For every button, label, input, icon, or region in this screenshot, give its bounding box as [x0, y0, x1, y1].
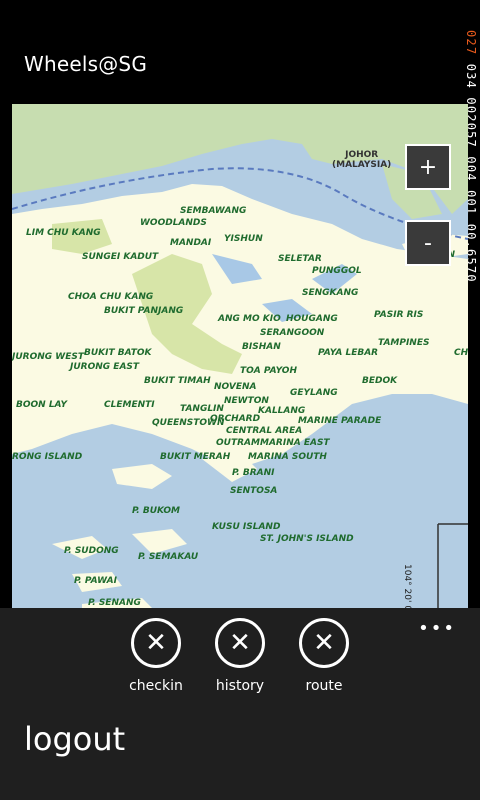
- zoom-out-button[interactable]: -: [405, 220, 451, 266]
- map-label: NOVENA: [214, 382, 257, 392]
- history-label: history: [215, 678, 265, 694]
- route-label: route: [305, 678, 343, 694]
- map-label: JURONG EAST: [70, 362, 140, 372]
- close-icon: ✕: [131, 618, 181, 668]
- map-label: SENGKANG: [302, 288, 359, 298]
- map-label: KUSU ISLAND: [212, 522, 281, 532]
- map-view[interactable]: JOHOR (MALAYSIA) SEMBAWANG WOODLANDS LIM…: [12, 104, 468, 608]
- map-label: QUEENSTOWN: [152, 418, 225, 428]
- map-label: TANGLIN: [180, 404, 224, 414]
- checkin-button[interactable]: ✕ checkin: [116, 618, 196, 694]
- map-label: KALLANG: [258, 406, 306, 416]
- map-label: MARINA SOUTH: [248, 452, 327, 462]
- close-icon: ✕: [215, 618, 265, 668]
- map-label: ST. JOHN'S ISLAND: [260, 534, 354, 544]
- more-options-ellipsis[interactable]: •••: [418, 618, 456, 639]
- map-label: P. SUDONG: [64, 546, 119, 556]
- map-label: CLEMENTI: [104, 400, 155, 410]
- map-label: P. BRANI: [232, 468, 275, 478]
- close-icon: ✕: [299, 618, 349, 668]
- app-title: Wheels@SG: [24, 52, 148, 76]
- logout-menu-item[interactable]: logout: [24, 720, 125, 758]
- map-label: CHOA CHU KANG: [68, 292, 154, 302]
- map-label: MARINA EAST: [260, 438, 330, 448]
- map-label: SELETAR: [278, 254, 322, 264]
- map-label: CENTRAL AREA: [226, 426, 303, 436]
- map-label: JURONG WEST: [12, 352, 84, 362]
- map-label: BOON LAY: [16, 400, 68, 410]
- map-label: BUKIT BATOK: [84, 348, 152, 358]
- map-label: RONG ISLAND: [12, 452, 83, 462]
- map-label: TAMPINES: [378, 338, 430, 348]
- map-label: WOODLANDS: [140, 218, 207, 228]
- map-label: BUKIT MERAH: [160, 452, 231, 462]
- map-label: SUNGEI KADUT: [82, 252, 159, 262]
- map-label: OUTRAM: [216, 438, 260, 448]
- map-label: BUKIT PANJANG: [104, 306, 184, 316]
- map-label: HOUGANG: [286, 314, 338, 324]
- map-label: YISHUN: [224, 234, 263, 244]
- map-label: TOA PAYOH: [240, 366, 297, 376]
- map-label: BEDOK: [362, 376, 398, 386]
- map-label: BISHAN: [242, 342, 281, 352]
- map-label: P. BUKOM: [132, 506, 181, 516]
- map-label: P. PAWAI: [74, 576, 117, 586]
- map-label: GEYLANG: [290, 388, 338, 398]
- map-label: SERANGOON: [260, 328, 325, 338]
- map-label: SEMBAWANG: [180, 206, 247, 216]
- map-labels: JOHOR (MALAYSIA) SEMBAWANG WOODLANDS LIM…: [12, 104, 468, 608]
- map-label: MARINE PARADE: [298, 416, 382, 426]
- map-label: P. SENANG: [88, 598, 141, 608]
- map-label: NEWTON: [224, 396, 269, 406]
- zoom-in-button[interactable]: +: [405, 144, 451, 190]
- map-label: CH: [454, 348, 468, 358]
- checkin-label: checkin: [129, 678, 183, 694]
- map-coordinate: 104° 20' 00": [402, 564, 412, 608]
- history-button[interactable]: ✕ history: [200, 618, 280, 694]
- map-label: BUKIT TIMAH: [144, 376, 211, 386]
- route-button[interactable]: ✕ route: [284, 618, 364, 694]
- map-label: PAYA LEBAR: [318, 348, 379, 358]
- map-label: PASIR RIS: [374, 310, 424, 320]
- map-label: ANG MO KIO: [218, 314, 281, 324]
- map-label: SENTOSA: [230, 486, 278, 496]
- map-label: PUNGGOL: [312, 266, 362, 276]
- application-bar: ••• ✕ checkin ✕ history ✕ route logout: [0, 608, 480, 800]
- map-label: JOHOR (MALAYSIA): [332, 150, 392, 170]
- map-label: MANDAI: [170, 238, 212, 248]
- map-label: LIM CHU KANG: [26, 228, 101, 238]
- map-label: P. SEMAKAU: [138, 552, 199, 562]
